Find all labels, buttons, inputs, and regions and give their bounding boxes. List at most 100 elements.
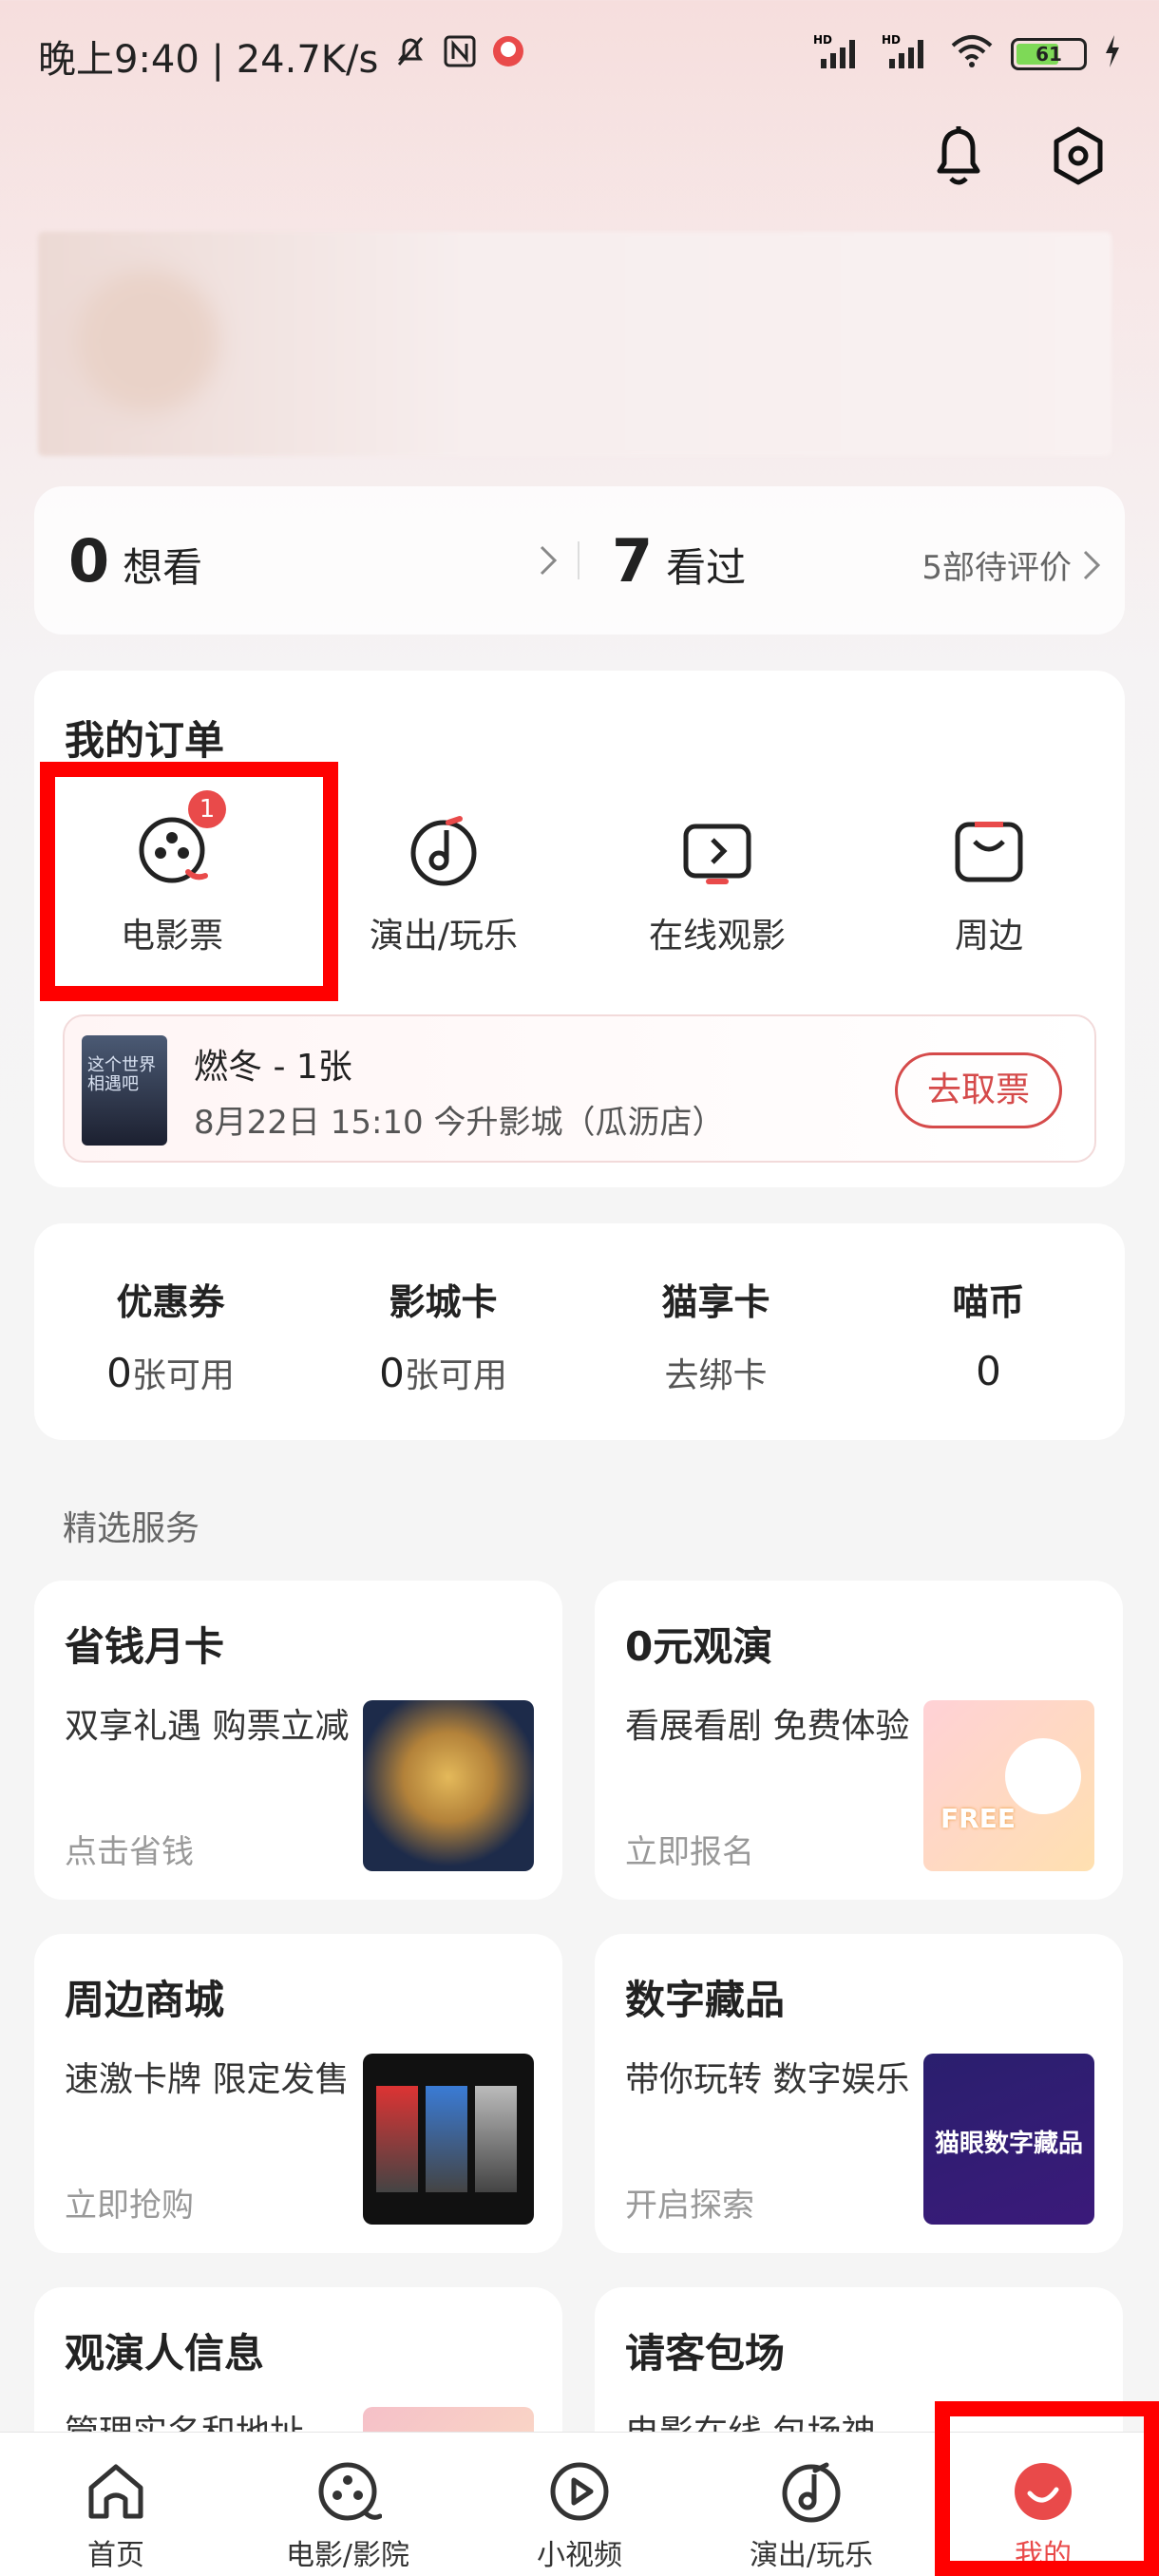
benefit-count: 0 — [976, 1348, 1001, 1394]
service-title: 观演人信息 — [65, 2330, 265, 2377]
benefit-title: 喵币 — [952, 1281, 1025, 1323]
ticket-info: 8月22日 15:10 今升影城（瓜沥店） — [194, 1104, 725, 1142]
nav-label: 电影/影院 — [285, 2539, 410, 2572]
pending-reviews-label: 5部待评价 — [922, 549, 1072, 587]
benefit-suffix: 张可用 — [131, 1356, 235, 1395]
service-card-digital-collectibles[interactable]: 数字藏品 带你玩转 数字娱乐 开启探索 猫眼数字藏品 — [595, 1934, 1123, 2253]
service-title: 0元观演 — [625, 1623, 773, 1670]
collect-ticket-button[interactable]: 去取票 — [895, 1052, 1062, 1128]
want-to-watch[interactable]: 0 想看 — [68, 526, 202, 596]
mute-icon — [391, 32, 429, 80]
service-card-monthly[interactable]: 省钱月卡 双享礼遇 购票立减 点击省钱 — [34, 1581, 562, 1900]
cat-mascot-icon — [1005, 1738, 1081, 1814]
service-title: 数字藏品 — [625, 1977, 786, 2023]
service-desc: 看展看剧 免费体验 — [625, 1707, 910, 1746]
pending-ticket-bar[interactable]: 这个世界相遇吧 燃冬 - 1张 8月22日 15:10 今升影城（瓜沥店） 去取… — [63, 1014, 1096, 1163]
benefit-suffix: 去绑卡 — [664, 1356, 768, 1395]
nav-performance[interactable]: 演出/玩乐 — [695, 2457, 927, 2573]
services-title: 精选服务 — [63, 1509, 200, 1548]
battery-level: 61 — [1036, 43, 1062, 66]
want-count: 0 — [68, 526, 110, 596]
benefit-title: 影城卡 — [389, 1281, 498, 1323]
highlight-box-movie-ticket — [40, 762, 338, 1001]
service-card-free-show[interactable]: 0元观演 看展看剧 免费体验 立即报名 FREE — [595, 1581, 1123, 1900]
status-time-speed: 晚上9:40 | 24.7K/s — [38, 38, 379, 82]
service-title: 周边商城 — [65, 1977, 225, 2023]
play-circle-icon — [550, 2462, 609, 2521]
free-cat-image: FREE — [923, 1700, 1094, 1871]
nav-short-video[interactable]: 小视频 — [464, 2457, 695, 2573]
benefit-meow-coins[interactable]: 喵币 0 — [852, 1273, 1125, 1394]
order-online-viewing[interactable]: 在线观影 — [580, 773, 855, 963]
service-action: 立即报名 — [625, 1833, 754, 1871]
benefit-suffix: 张可用 — [404, 1356, 507, 1395]
card-packs-image — [363, 2054, 534, 2225]
signal-icon-2: HD — [882, 32, 933, 76]
service-card-merch-mall[interactable]: 周边商城 速激卡牌 限定发售 立即抢购 — [34, 1934, 562, 2253]
status-bar-left: 晚上9:40 | 24.7K/s — [38, 28, 526, 84]
benefits-card: 优惠券 0张可用 影城卡 0张可用 猫享卡 去绑卡 喵币 0 — [34, 1223, 1125, 1440]
svg-text:HD: HD — [813, 33, 832, 47]
svg-text:HD: HD — [882, 33, 901, 47]
status-bar-right: HD HD 61 — [813, 32, 1121, 76]
avatar[interactable] — [76, 270, 218, 412]
home-icon — [88, 2464, 143, 2519]
stats-card: 0 想看 7 看过 5部待评价 — [34, 486, 1125, 635]
chevron-right-icon — [1083, 550, 1101, 579]
notification-bell-button[interactable] — [925, 123, 992, 190]
ticket-title: 燃冬 - 1张 — [194, 1048, 352, 1087]
divider — [578, 541, 580, 579]
service-action: 开启探索 — [625, 2187, 754, 2225]
benefit-title: 优惠券 — [116, 1281, 225, 1323]
want-label: 想看 — [123, 544, 203, 591]
app-notification-icon — [490, 33, 526, 79]
order-label: 周边 — [954, 917, 1023, 956]
benefit-count: 0 — [106, 1350, 132, 1396]
benefit-count: 0 — [379, 1350, 405, 1396]
nav-label: 演出/玩乐 — [749, 2539, 874, 2572]
order-label: 演出/玩乐 — [369, 917, 519, 956]
nav-movies-cinemas[interactable]: 电影/影院 — [232, 2457, 464, 2573]
signal-icon: HD — [813, 32, 864, 76]
music-note-icon — [401, 807, 486, 893]
wifi-icon — [950, 32, 994, 76]
play-tv-icon — [674, 807, 760, 893]
battery-icon: 61 — [1011, 38, 1087, 70]
collectibles-image-text: 猫眼数字藏品 — [934, 2130, 1083, 2158]
service-desc: 带你玩转 数字娱乐 — [625, 2060, 910, 2099]
chevron-right-icon[interactable] — [538, 543, 559, 581]
service-desc: 速激卡牌 限定发售 — [65, 2060, 350, 2099]
bell-icon — [937, 126, 980, 185]
order-performance[interactable]: 演出/玩乐 — [306, 773, 581, 963]
film-reel-icon — [318, 2462, 382, 2521]
benefit-cinema-card[interactable]: 影城卡 0张可用 — [307, 1273, 580, 1397]
nav-label: 首页 — [87, 2539, 144, 2572]
benefit-title: 猫享卡 — [661, 1281, 770, 1323]
watched-label: 看过 — [666, 544, 747, 591]
profile-header[interactable] — [38, 232, 1112, 456]
digital-collectibles-image: 猫眼数字藏品 — [923, 2054, 1094, 2225]
service-title: 请客包场 — [625, 2330, 786, 2377]
benefit-coupons[interactable]: 优惠券 0张可用 — [34, 1273, 307, 1397]
poster-text: 这个世界相遇吧 — [87, 1055, 156, 1094]
order-label: 在线观影 — [648, 917, 786, 956]
shopping-bag-icon — [946, 807, 1032, 893]
music-note-icon — [782, 2462, 841, 2523]
free-image-text: FREE — [940, 1803, 1016, 1834]
watched[interactable]: 7 看过 — [612, 526, 746, 596]
settings-button[interactable] — [1045, 123, 1112, 190]
service-action: 立即抢购 — [65, 2187, 194, 2225]
service-action: 点击省钱 — [65, 1833, 194, 1871]
orders-title: 我的订单 — [65, 717, 225, 764]
nfc-icon — [443, 34, 477, 78]
movie-poster: 这个世界相遇吧 — [82, 1035, 167, 1146]
watched-count: 7 — [612, 526, 654, 596]
pending-reviews-link[interactable]: 5部待评价 — [922, 541, 1102, 588]
gold-cat-image — [363, 1700, 534, 1871]
order-merchandise[interactable]: 周边 — [851, 773, 1127, 963]
gear-icon — [1054, 126, 1103, 185]
benefit-maoxiang-card[interactable]: 猫享卡 去绑卡 — [580, 1273, 852, 1397]
service-desc: 双享礼遇 购票立减 — [65, 1707, 350, 1746]
nav-home[interactable]: 首页 — [0, 2457, 232, 2573]
highlight-box-mine — [935, 2401, 1159, 2576]
